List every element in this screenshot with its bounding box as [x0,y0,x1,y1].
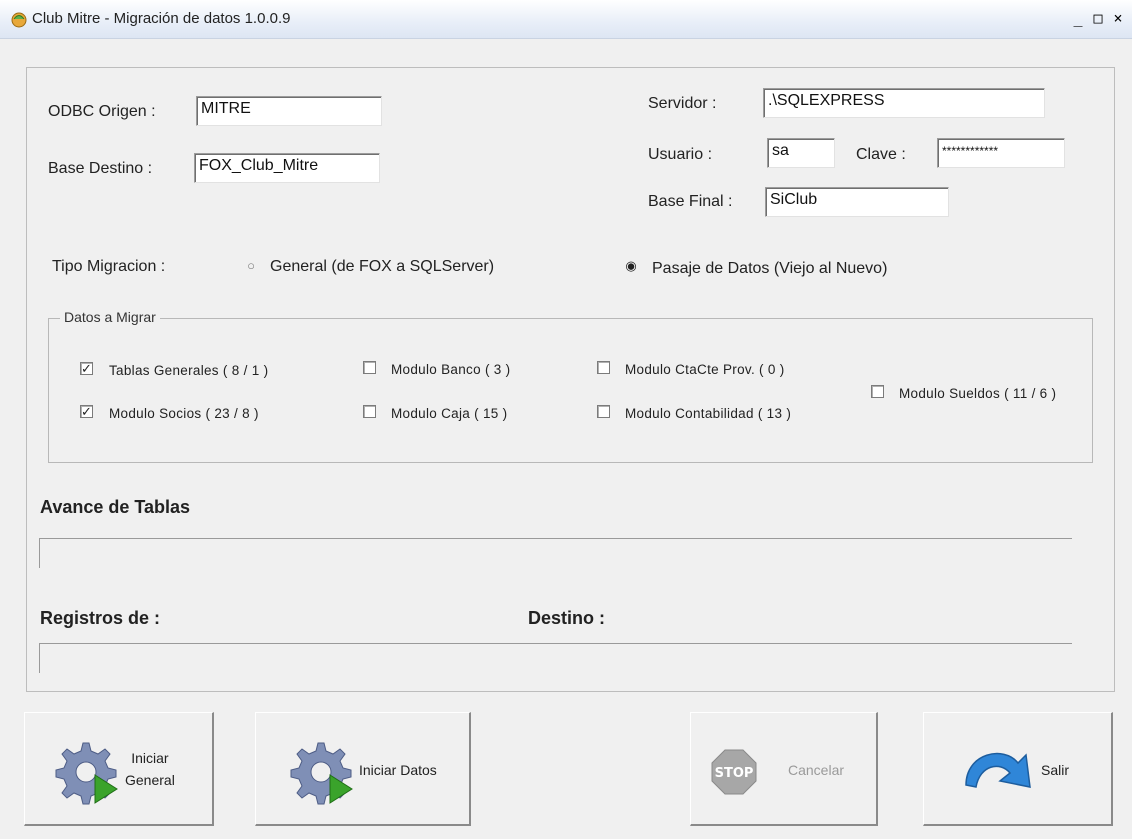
cancelar-button[interactable]: STOP Cancelar [690,712,878,826]
gear-play-icon [290,742,353,805]
avance-tablas-label: Avance de Tablas [40,497,191,517]
servidor-label: Servidor : [648,95,717,112]
checkbox-modulo-sueldos[interactable] [871,385,884,398]
stop-icon: STOP [711,749,757,795]
window-title: Club Mitre - Migración de datos 1.0.0.9 [32,10,291,27]
checkbox-modulo-socios[interactable]: ✓ [80,405,93,418]
radio-general-label[interactable]: General (de FOX a SQLServer) [270,258,494,276]
base-final-field[interactable]: SiClub [765,187,949,217]
salir-button[interactable]: Salir [923,712,1113,826]
checkbox-tablas-generales[interactable]: ✓ [80,362,93,375]
odbc-origen-label: ODBC Origen : [48,103,156,120]
clave-field[interactable]: ************ [937,138,1065,168]
checkbox-modulo-ctacte-label[interactable]: Modulo CtaCte Prov. ( 0 ) [625,362,785,377]
checkbox-modulo-sueldos-label[interactable]: Modulo Sueldos ( 11 / 6 ) [899,386,1056,401]
destino-label: Destino : [528,608,606,628]
clave-label: Clave : [856,146,906,163]
stop-badge-text: STOP [715,766,754,781]
checkbox-modulo-banco[interactable] [363,361,376,374]
iniciar-general-line2: General [125,772,175,788]
servidor-field[interactable]: .\SQLEXPRESS [763,88,1045,118]
iniciar-datos-button[interactable]: Iniciar Datos [255,712,471,826]
curved-arrow-icon [965,753,1031,788]
odbc-origen-field[interactable]: MITRE [196,96,382,126]
iniciar-general-button[interactable]: Iniciar General [24,712,214,826]
cancelar-label: Cancelar [788,762,845,778]
checkbox-modulo-contabilidad-label[interactable]: Modulo Contabilidad ( 13 ) [625,406,791,421]
title-bar: Club Mitre - Migración de datos 1.0.0.9 … [0,0,1132,39]
iniciar-general-line1: Iniciar [131,750,169,766]
registros-progress-bar [39,643,1072,673]
radio-pasaje-label[interactable]: Pasaje de Datos (Viejo al Nuevo) [652,260,887,278]
gear-play-icon [55,742,118,805]
maximize-button[interactable]: □ [1089,9,1107,27]
checkbox-modulo-caja[interactable] [363,405,376,418]
group-title: Datos a Migrar [60,309,160,325]
checkbox-modulo-ctacte[interactable] [597,361,610,374]
usuario-field[interactable]: sa [767,138,835,168]
avance-progress-bar [39,538,1072,568]
radio-general[interactable]: ○ [244,259,258,273]
iniciar-datos-label: Iniciar Datos [359,762,437,778]
app-icon [11,12,27,28]
base-final-label: Base Final : [648,193,733,210]
registros-label: Registros de : [40,608,161,628]
close-button[interactable]: × [1109,9,1127,27]
base-destino-field[interactable]: FOX_Club_Mitre [194,153,380,183]
radio-pasaje[interactable]: ◉ [624,259,638,273]
usuario-label: Usuario : [648,146,713,163]
base-destino-label: Base Destino : [48,160,153,177]
checkbox-tablas-generales-label[interactable]: Tablas Generales ( 8 / 1 ) [109,363,268,378]
checkbox-modulo-banco-label[interactable]: Modulo Banco ( 3 ) [391,362,510,377]
salir-label: Salir [1041,762,1070,778]
checkbox-modulo-socios-label[interactable]: Modulo Socios ( 23 / 8 ) [109,406,259,421]
tipo-migracion-label: Tipo Migracion : [52,258,166,275]
minimize-button[interactable]: _ [1069,9,1087,27]
checkbox-modulo-contabilidad[interactable] [597,405,610,418]
checkbox-modulo-caja-label[interactable]: Modulo Caja ( 15 ) [391,406,507,421]
